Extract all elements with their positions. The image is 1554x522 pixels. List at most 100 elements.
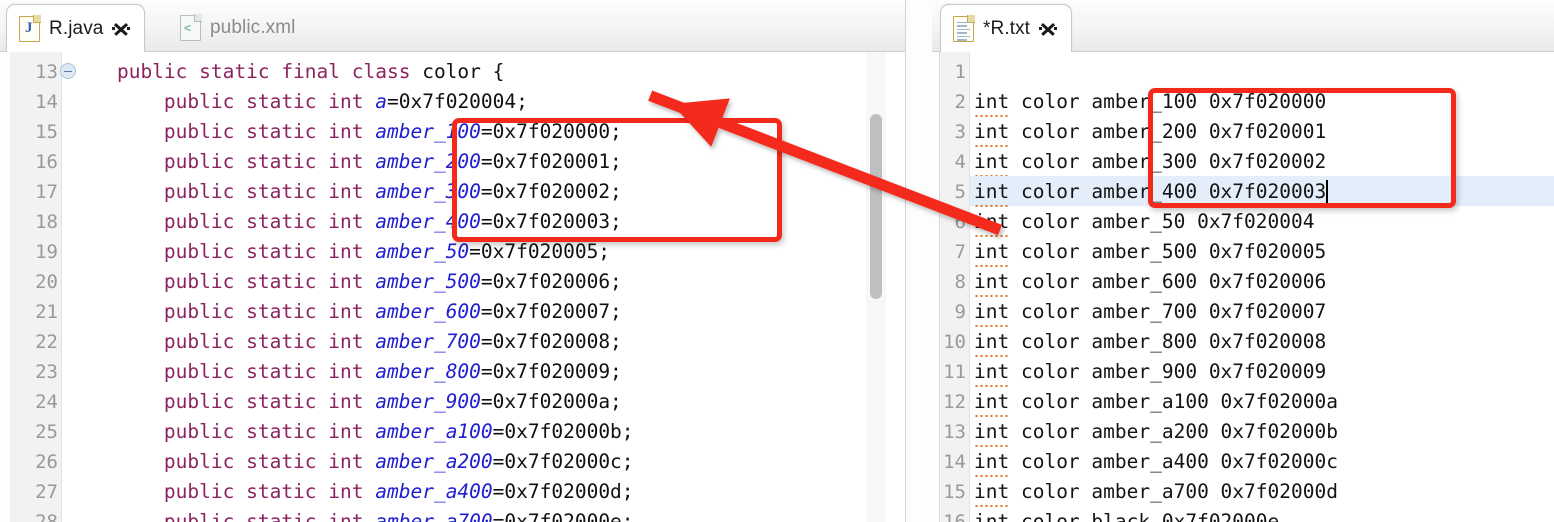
code-keyword: public static int <box>70 330 376 353</box>
code-field-name: amber_50 <box>375 240 470 263</box>
code-line[interactable]: public static int amber_700=0x7f020008; <box>70 330 622 353</box>
code-keyword: public static int <box>70 480 376 503</box>
code-keyword: public static int <box>70 240 376 263</box>
code-line[interactable]: public static int amber_300=0x7f020002; <box>70 180 622 203</box>
text-line[interactable]: int color amber_50 0x7f020004 <box>974 210 1314 237</box>
line-number: 25 <box>35 421 58 443</box>
spellcheck-word: int <box>974 210 1010 237</box>
close-icon[interactable] <box>1039 20 1058 38</box>
text-line[interactable]: int color amber_700 0x7f020007 <box>974 300 1327 327</box>
code-line[interactable]: public static int amber_200=0x7f020001; <box>70 150 622 173</box>
line-number: 24 <box>35 391 58 413</box>
text-line-content: color amber_600 0x7f020006 <box>1009 270 1327 293</box>
left-code-area[interactable]: 13 public static final class color {14 p… <box>0 52 906 522</box>
code-literal-value: =0x7f020002; <box>480 180 622 203</box>
code-line[interactable]: public static int amber_a400=0x7f02000d; <box>70 480 634 503</box>
code-literal-value: =0x7f02000e; <box>492 510 634 522</box>
tab-public-xml[interactable]: < public.xml <box>168 4 309 52</box>
pane-divider <box>905 0 906 522</box>
code-keyword: public static int <box>70 510 376 522</box>
text-line[interactable]: int color amber_a100 0x7f02000a <box>974 390 1338 417</box>
code-line[interactable]: public static int a=0x7f020004; <box>70 90 528 113</box>
code-field-name: amber_500 <box>375 270 481 293</box>
code-literal-value: =0x7f020007; <box>480 300 622 323</box>
line-number: 11 <box>943 361 966 383</box>
tab-r-java[interactable]: J R.java <box>6 4 146 52</box>
code-field-name: amber_600 <box>375 300 481 323</box>
text-line[interactable]: int color black 0x7f02000e <box>974 510 1279 522</box>
line-number: 4 <box>954 151 966 173</box>
spellcheck-word: int <box>974 390 1010 417</box>
spellcheck-word: int <box>974 300 1010 327</box>
text-line-content: color amber_200 0x7f020001 <box>1009 120 1327 143</box>
text-line-content: color amber_a200 0x7f02000b <box>1009 420 1338 443</box>
line-number: 16 <box>943 511 966 522</box>
code-field-name: amber_900 <box>375 390 481 413</box>
code-field-name: amber_a700 <box>375 510 493 522</box>
tab-label: R.java <box>49 17 104 39</box>
line-number: 19 <box>35 241 58 263</box>
spellcheck-word: int <box>974 90 1010 117</box>
text-line-content: color amber_700 0x7f020007 <box>1009 300 1327 323</box>
line-number: 12 <box>943 391 966 413</box>
code-keyword: public static int <box>70 180 376 203</box>
left-code-lines: 13 public static final class color {14 p… <box>0 52 906 522</box>
code-line[interactable]: public static int amber_a200=0x7f02000c; <box>70 450 634 473</box>
line-number: 16 <box>35 151 58 173</box>
code-line[interactable]: public static int amber_a700=0x7f02000e; <box>70 510 634 522</box>
code-keyword: public static int <box>70 450 376 473</box>
code-line[interactable]: public static int amber_a100=0x7f02000b; <box>70 420 634 443</box>
line-number: 13 <box>35 61 58 83</box>
code-field-name: amber_a200 <box>375 450 493 473</box>
line-number: 28 <box>35 511 58 522</box>
tab-r-txt[interactable]: *R.txt <box>940 4 1073 52</box>
code-line[interactable]: public static int amber_500=0x7f020006; <box>70 270 622 293</box>
code-keyword: public static int <box>70 300 376 323</box>
code-keyword: public static int <box>70 360 376 383</box>
line-number: 18 <box>35 211 58 233</box>
code-field-name: amber_a100 <box>375 420 493 443</box>
line-number: 15 <box>943 481 966 503</box>
line-number: 10 <box>943 331 966 353</box>
text-line[interactable]: int color amber_800 0x7f020008 <box>974 330 1326 357</box>
spellcheck-word: int <box>974 180 1010 207</box>
code-line[interactable]: public static int amber_900=0x7f02000a; <box>70 390 622 413</box>
code-literal-value: =0x7f02000c; <box>492 450 634 473</box>
code-line[interactable]: public static int amber_600=0x7f020007; <box>70 300 622 323</box>
line-number: 7 <box>954 241 966 263</box>
text-line[interactable]: int color amber_300 0x7f020002 <box>974 150 1326 177</box>
text-line[interactable]: int color amber_600 0x7f020006 <box>974 270 1327 297</box>
spellcheck-word: int <box>974 480 1010 507</box>
text-line[interactable]: int color amber_900 0x7f020009 <box>974 360 1326 387</box>
left-scrollbar-thumb[interactable] <box>870 114 882 299</box>
code-line[interactable]: public static final class color { <box>70 60 504 83</box>
text-line[interactable]: int color amber_500 0x7f020005 <box>974 240 1326 267</box>
spellcheck-word: int <box>974 120 1010 147</box>
code-line[interactable]: public static int amber_100=0x7f020000; <box>70 120 622 143</box>
code-field-name: amber_700 <box>375 330 481 353</box>
code-keyword: public static final class <box>70 60 423 83</box>
left-vertical-scrollbar[interactable] <box>866 52 886 522</box>
text-line[interactable]: int color amber_400 0x7f020003 <box>974 180 1326 207</box>
text-line[interactable]: int color amber_a200 0x7f02000b <box>974 420 1338 447</box>
spellcheck-word: int <box>974 360 1010 387</box>
code-line[interactable]: public static int amber_800=0x7f020009; <box>70 360 622 383</box>
right-code-area[interactable]: 1 2 int color amber_100 0x7f020000 3 int col… <box>932 52 1554 522</box>
text-line-content: color black 0x7f02000e <box>1009 510 1280 522</box>
code-line[interactable]: public static int amber_400=0x7f020003; <box>70 210 622 233</box>
text-line-content: color amber_a100 0x7f02000a <box>1009 390 1338 413</box>
text-line[interactable]: int color amber_100 0x7f020000 <box>974 90 1326 117</box>
close-icon[interactable] <box>112 20 131 38</box>
spellcheck-word: int <box>974 450 1010 477</box>
text-line-content: color amber_a400 0x7f02000c <box>1009 450 1338 473</box>
text-line[interactable]: int color amber_a400 0x7f02000c <box>974 450 1338 477</box>
code-literal-value: =0x7f020009; <box>480 360 622 383</box>
code-keyword: public static int <box>70 120 376 143</box>
line-number: 21 <box>35 301 58 323</box>
line-number: 22 <box>35 331 58 353</box>
text-line[interactable]: int color amber_a700 0x7f02000d <box>974 480 1338 507</box>
line-number: 23 <box>35 361 58 383</box>
text-line[interactable]: int color amber_200 0x7f020001 <box>974 120 1327 147</box>
code-line[interactable]: public static int amber_50=0x7f020005; <box>70 240 610 263</box>
code-literal-value: =0x7f020003; <box>480 210 622 233</box>
